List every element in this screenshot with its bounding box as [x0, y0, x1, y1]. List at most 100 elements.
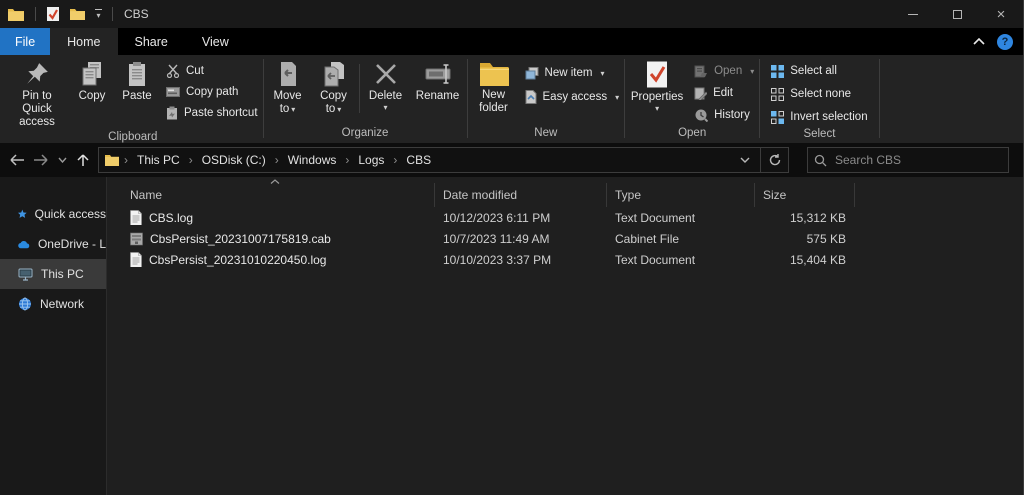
copy-path-button[interactable]: Copy path [166, 83, 258, 101]
qat-properties-button[interactable] [41, 5, 65, 23]
tab-share[interactable]: Share [118, 28, 185, 55]
edit-label: Edit [713, 87, 733, 99]
column-header-name[interactable]: Name [107, 183, 435, 207]
column-header-date-modified[interactable]: Date modified [435, 183, 607, 207]
minimize-button[interactable] [891, 0, 935, 28]
pin-to-quick-access-button[interactable]: Pin to Quick access [4, 58, 70, 129]
file-list-pane[interactable]: Name Date modified Type Size CBS.log 10/… [107, 177, 1023, 495]
address-bar[interactable]: › This PC › OSDisk (C:) › Windows › Logs… [98, 147, 761, 173]
sidebar-item-onedrive[interactable]: OneDrive - L [0, 229, 106, 259]
ribbon-divider [467, 59, 468, 138]
qat-separator [35, 7, 36, 21]
window-title: CBS [124, 7, 149, 21]
ribbon-group-new: New folder New item▾ Easy access▾ New [469, 55, 624, 143]
file-date: 10/12/2023 6:11 PM [435, 211, 607, 225]
chevron-down-icon [58, 157, 67, 163]
paste-shortcut-label: Paste shortcut [184, 107, 258, 119]
collapse-ribbon-icon[interactable] [973, 38, 985, 45]
sidebar-item-this-pc[interactable]: This PC [0, 259, 106, 289]
up-button[interactable] [72, 148, 94, 172]
select-group-label: Select [761, 126, 877, 144]
chevron-down-icon [740, 157, 750, 163]
ribbon-inner-divider [359, 64, 360, 113]
history-button[interactable]: History [694, 106, 754, 124]
file-row-cbspersist-cab[interactable]: CbsPersist_20231007175819.cab 10/7/2023 … [107, 228, 1023, 249]
cut-label: Cut [186, 65, 204, 77]
paste-button[interactable]: Paste [114, 58, 160, 103]
forward-button[interactable] [30, 148, 52, 172]
new-folder-icon [479, 61, 509, 86]
explorer-folder-icon [8, 8, 24, 21]
file-row-cbs-log[interactable]: CBS.log 10/12/2023 6:11 PM Text Document… [107, 207, 1023, 228]
open-button[interactable]: Open▾ [694, 62, 754, 80]
maximize-button[interactable] [935, 0, 979, 28]
ribbon-divider [624, 59, 625, 138]
column-header-size[interactable]: Size [755, 183, 855, 207]
delete-label: Delete [369, 90, 402, 103]
new-item-label: New item [545, 67, 593, 79]
select-none-icon [771, 88, 784, 101]
copy-button[interactable]: Copy [70, 58, 114, 103]
copy-to-label: Copy to▾ [314, 90, 354, 116]
paste-icon [126, 61, 148, 87]
breadcrumb-chevron: › [392, 153, 398, 167]
cut-button[interactable]: Cut [166, 62, 258, 80]
tab-home[interactable]: Home [50, 28, 117, 55]
select-none-button[interactable]: Select none [771, 85, 867, 103]
qat-separator [112, 7, 113, 21]
refresh-button[interactable] [761, 147, 789, 173]
qat-new-folder-button[interactable] [65, 6, 90, 22]
sidebar-item-network[interactable]: Network [0, 289, 106, 319]
tab-file[interactable]: File [0, 28, 50, 55]
paste-shortcut-button[interactable]: Paste shortcut [166, 104, 258, 122]
organize-group-label: Organize [265, 125, 466, 143]
breadcrumb-osdisk[interactable]: OSDisk (C:) [196, 151, 272, 169]
text-document-icon [130, 252, 142, 267]
properties-button[interactable]: Properties ▾ [626, 58, 688, 113]
breadcrumb-chevron: › [344, 153, 350, 167]
move-to-icon [275, 61, 301, 87]
easy-access-button[interactable]: Easy access▾ [525, 88, 620, 106]
pin-icon [24, 61, 50, 87]
delete-dropdown-caret: ▾ [384, 104, 388, 112]
sidebar-item-quick-access[interactable]: Quick access [0, 199, 106, 229]
pin-to-quick-access-label: Pin to Quick access [7, 90, 67, 129]
breadcrumb-logs[interactable]: Logs [352, 151, 390, 169]
qat-customize-dropdown[interactable]: ▾ [90, 7, 107, 22]
help-icon[interactable]: ? [997, 34, 1013, 50]
new-folder-button[interactable]: New folder [469, 58, 519, 115]
open-label: Open [714, 65, 742, 77]
tab-view[interactable]: View [185, 28, 246, 55]
breadcrumb-windows[interactable]: Windows [282, 151, 343, 169]
ribbon-divider [879, 59, 880, 138]
close-button[interactable]: × [979, 0, 1023, 28]
file-date: 10/10/2023 3:37 PM [435, 253, 607, 267]
breadcrumb-cbs[interactable]: CBS [400, 151, 437, 169]
delete-button[interactable]: Delete ▾ [362, 58, 410, 112]
back-button[interactable] [6, 148, 28, 172]
easy-access-label: Easy access [543, 91, 608, 103]
copy-to-button[interactable]: Copy to▾ [311, 58, 357, 116]
select-all-button[interactable]: Select all [771, 62, 867, 80]
file-row-cbspersist-log[interactable]: CbsPersist_20231010220450.log 10/10/2023… [107, 249, 1023, 270]
properties-icon [645, 61, 669, 88]
delete-icon [373, 61, 399, 87]
ribbon-group-organize: Move to▾ Copy to▾ Delete ▾ Rename Organi… [265, 55, 466, 143]
edit-button[interactable]: Edit [694, 84, 754, 102]
rename-button[interactable]: Rename [410, 58, 466, 103]
breadcrumb-chevron: › [274, 153, 280, 167]
column-header-type[interactable]: Type [607, 183, 755, 207]
address-dropdown-button[interactable] [732, 157, 758, 163]
breadcrumb-this-pc[interactable]: This PC [131, 151, 186, 169]
titlebar: ▾ CBS × [0, 0, 1023, 28]
move-to-button[interactable]: Move to▾ [265, 58, 311, 116]
new-item-button[interactable]: New item▾ [525, 64, 620, 82]
search-box[interactable] [807, 147, 1009, 173]
new-group-label: New [469, 125, 624, 143]
recent-locations-button[interactable] [54, 148, 70, 172]
up-arrow-icon [77, 153, 89, 167]
network-globe-icon [18, 297, 32, 311]
invert-selection-button[interactable]: Invert selection [771, 108, 867, 126]
quick-access-star-icon [18, 207, 27, 221]
search-input[interactable] [835, 153, 975, 167]
